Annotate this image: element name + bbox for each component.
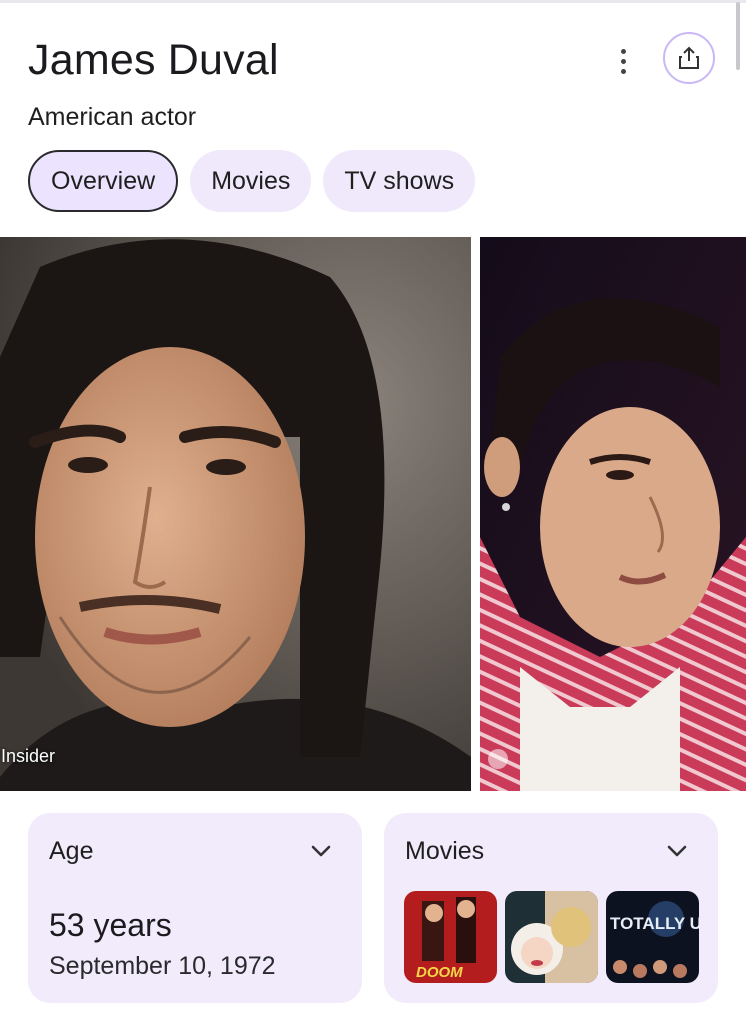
movies-card[interactable]: Movies DOOM TOTALLY U	[384, 813, 718, 1003]
chevron-down-icon[interactable]	[665, 843, 689, 859]
movie-thumbnail-3[interactable]: TOTALLY UP	[606, 891, 699, 983]
age-value: 53 years	[49, 907, 172, 943]
movie-thumbnail-1-title: DOOM	[416, 964, 463, 981]
more-options-button[interactable]	[604, 42, 642, 80]
image-source-label: Insider	[1, 746, 56, 766]
tab-tv-shows[interactable]: TV shows	[323, 150, 476, 212]
portrait-illustration-2	[480, 237, 746, 791]
movies-card-heading: Movies	[405, 837, 485, 865]
tab-overview[interactable]: Overview	[28, 150, 179, 212]
image-indicator-icon	[488, 749, 508, 769]
scrollbar[interactable]	[736, 2, 740, 70]
chevron-down-icon[interactable]	[309, 843, 333, 859]
more-vert-icon	[620, 48, 626, 54]
person-photo-2[interactable]	[480, 237, 746, 791]
movie-thumbnail-2[interactable]	[505, 891, 598, 983]
tab-movies[interactable]: Movies	[190, 150, 312, 212]
age-card[interactable]: Age 53 years September 10, 1972	[28, 813, 362, 1003]
page-subtitle: American actor	[28, 103, 197, 131]
page-title: James Duval	[28, 36, 279, 84]
portrait-illustration-1	[0, 237, 471, 791]
person-photo-1[interactable]: Insider	[0, 237, 471, 791]
movie-thumbnail-1[interactable]: DOOM	[404, 891, 497, 983]
share-button[interactable]	[663, 32, 715, 84]
birth-date: September 10, 1972	[49, 952, 276, 980]
age-card-heading: Age	[49, 837, 94, 865]
tab-bar: Overview Movies TV shows	[28, 150, 476, 212]
share-icon	[679, 46, 699, 69]
top-divider	[0, 0, 746, 3]
movie-thumbnail-3-title: TOTALLY UP	[610, 914, 699, 933]
movie-thumbnails: DOOM TOTALLY UP	[404, 891, 699, 983]
